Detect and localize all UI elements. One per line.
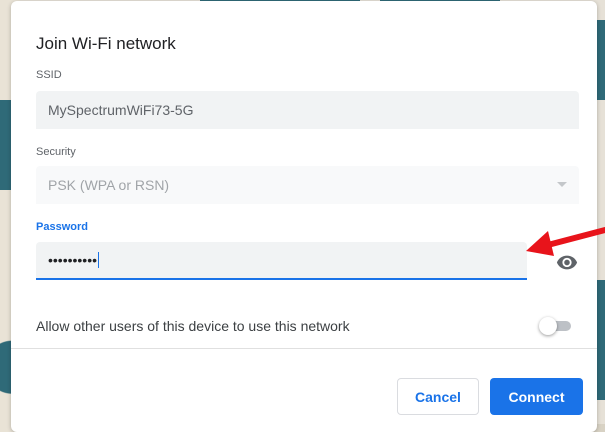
text-cursor — [98, 252, 100, 268]
chevron-down-icon — [557, 182, 567, 187]
security-label: Security — [36, 146, 76, 158]
dialog-title: Join Wi-Fi network — [36, 34, 176, 53]
connect-button[interactable]: Connect — [490, 378, 583, 415]
footer-divider — [11, 348, 597, 349]
ssid-value: MySpectrumWiFi73-5G — [48, 102, 194, 118]
share-network-label: Allow other users of this device to use … — [36, 318, 350, 334]
red-arrow-icon — [526, 227, 605, 256]
password-label: Password — [36, 221, 88, 233]
share-network-toggle[interactable] — [539, 317, 573, 335]
wallpaper-shape — [0, 100, 11, 190]
ssid-field[interactable]: MySpectrumWiFi73-5G — [36, 91, 579, 129]
join-wifi-dialog: Join Wi-Fi network SSID MySpectrumWiFi73… — [11, 1, 597, 432]
security-select[interactable]: PSK (WPA or RSN) — [36, 166, 579, 204]
toggle-knob — [539, 317, 557, 335]
wallpaper-shape — [597, 280, 605, 400]
password-value: •••••••••• — [48, 252, 98, 268]
password-field[interactable]: •••••••••• — [36, 242, 527, 280]
cancel-button[interactable]: Cancel — [397, 378, 479, 415]
security-value: PSK (WPA or RSN) — [48, 177, 170, 193]
ssid-label: SSID — [36, 69, 62, 81]
wallpaper-shape — [597, 20, 605, 100]
